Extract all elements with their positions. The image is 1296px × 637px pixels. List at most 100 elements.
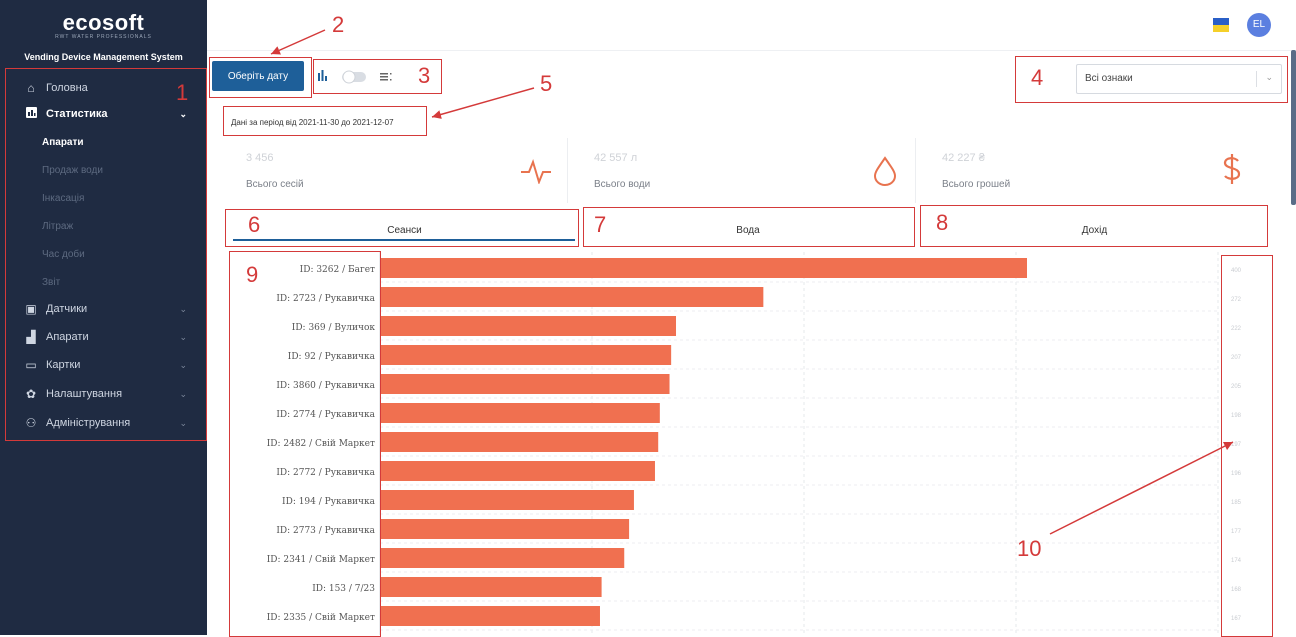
- chevron-down-icon: ⌄: [179, 303, 187, 314]
- category-label: ID: 3262 / Багет: [300, 265, 375, 275]
- bar[interactable]: [380, 606, 600, 626]
- sidebar-item-label: Апарати: [46, 331, 89, 343]
- bar[interactable]: [380, 316, 677, 336]
- bar[interactable]: [380, 519, 630, 539]
- bar[interactable]: [380, 490, 634, 510]
- value-label: 167: [1231, 616, 1242, 622]
- sidebar-item-sensors[interactable]: ▣ Датчики ⌄: [0, 295, 207, 323]
- sidebar-item-settings[interactable]: ✿ Налаштування ⌄: [0, 380, 207, 408]
- sidebar-item-label: Картки: [46, 359, 81, 371]
- category-label: ID: 2772 / Рукавичка: [276, 468, 375, 478]
- system-name: Vending Device Management System: [24, 52, 183, 62]
- category-label: ID: 2774 / Рукавичка: [276, 410, 375, 420]
- avatar[interactable]: EL: [1247, 13, 1271, 37]
- bar[interactable]: [380, 432, 659, 452]
- sidebar-item-label: Адміністрування: [46, 417, 131, 429]
- bar[interactable]: [380, 345, 672, 365]
- sidebar-subitem-water-sales[interactable]: Продаж води: [42, 165, 103, 176]
- bar[interactable]: [380, 461, 655, 481]
- chevron-down-icon: ⌄: [179, 108, 187, 119]
- scrollbar[interactable]: [1291, 50, 1296, 205]
- category-label: ID: 369 / Вуличок: [292, 323, 376, 333]
- annotation-number-2: 2: [332, 12, 345, 37]
- tab-label: Вода: [736, 225, 760, 236]
- category-label: ID: 2335 / Свій Маркет: [267, 613, 375, 623]
- sidebar-item-label: Статистика: [46, 108, 108, 120]
- drop-icon: [873, 156, 897, 186]
- value-label: 185: [1231, 500, 1242, 506]
- annotation-number-9: 9: [246, 262, 259, 287]
- annotation-arrow-10: [1049, 441, 1234, 535]
- annotation-arrow-5: [431, 87, 535, 119]
- chevron-down-icon: ⌄: [179, 417, 187, 428]
- machine-icon: ▟: [26, 330, 36, 344]
- annotation-number-4: 4: [1031, 65, 1044, 90]
- pulse-icon: [521, 158, 551, 184]
- bar[interactable]: [380, 287, 764, 307]
- sidebar-item-label: Головна: [46, 82, 88, 94]
- category-label: ID: 2341 / Свій Маркет: [267, 555, 375, 565]
- value-label: 174: [1231, 558, 1242, 564]
- sidebar-subitem-collection[interactable]: Інкасація: [42, 193, 84, 204]
- value-label: 222: [1231, 326, 1242, 332]
- sidebar-item-administration[interactable]: ⚇ Адміністрування ⌄: [0, 409, 207, 437]
- view-toggle[interactable]: [318, 64, 433, 90]
- category-label: ID: 2773 / Рукавичка: [276, 526, 375, 536]
- chevron-down-icon: ⌄: [179, 359, 187, 370]
- bar[interactable]: [380, 258, 1027, 278]
- annotation-number-1: 1: [176, 80, 189, 105]
- gear-icon: ✿: [25, 387, 37, 401]
- annotation-number-6: 6: [248, 212, 261, 237]
- value-label: 168: [1231, 587, 1242, 593]
- stat-label: Всього води: [594, 179, 651, 190]
- annotation-number-7: 7: [594, 212, 607, 237]
- value-label: 197: [1231, 442, 1242, 448]
- sidebar-item-machines[interactable]: ▟ Апарати ⌄: [0, 323, 207, 351]
- sidebar-subitem-time-of-day[interactable]: Час доби: [42, 249, 85, 260]
- view-toggle-graphic: [318, 70, 392, 84]
- sidebar-subitem-liters[interactable]: Літраж: [42, 221, 73, 232]
- annotation-box-10: [1221, 255, 1273, 637]
- filter-select-value: Всі ознаки: [1085, 73, 1133, 84]
- annotation-box-9: [229, 251, 381, 637]
- sidebar-subitem-machines[interactable]: Апарати: [42, 137, 84, 148]
- bar[interactable]: [380, 374, 670, 394]
- annotation-number-10: 10: [1017, 536, 1042, 561]
- sidebar-item-cards[interactable]: ▭ Картки ⌄: [0, 351, 207, 379]
- chart-icon: [24, 107, 38, 121]
- stat-label: Всього сесій: [246, 179, 304, 190]
- tab-label: Дохід: [1081, 225, 1108, 236]
- sensor-icon: ▣: [25, 302, 37, 316]
- bar[interactable]: [380, 403, 660, 423]
- sidebar-subitem-report[interactable]: Звіт: [42, 277, 60, 288]
- stat-label: Всього грошей: [942, 179, 1011, 190]
- pick-date-button[interactable]: Оберіть дату: [212, 61, 304, 91]
- category-label: ID: 2723 / Рукавичка: [276, 294, 375, 304]
- filter-select[interactable]: Всі ознаки ⌄: [1076, 64, 1282, 94]
- language-flag[interactable]: [1213, 18, 1229, 32]
- users-icon: ⚇: [25, 416, 37, 430]
- stat-value: 42 557 л: [594, 152, 638, 164]
- value-label: 272: [1231, 297, 1242, 303]
- category-label: ID: 194 / Рукавичка: [282, 497, 376, 507]
- value-label: 177: [1231, 529, 1242, 535]
- tab-income[interactable]: Дохід: [922, 212, 1267, 244]
- value-label: 400: [1231, 268, 1242, 274]
- annotation-number-5: 5: [540, 71, 553, 96]
- top-bar: [207, 0, 1296, 51]
- bar[interactable]: [380, 577, 602, 597]
- annotation-number-8: 8: [936, 210, 949, 235]
- tab-water[interactable]: Вода: [584, 212, 912, 244]
- annotation-number-3: 3: [418, 63, 431, 88]
- stat-card-money: 42 227 ₴ Всього грошей: [928, 138, 1268, 203]
- home-icon: ⌂: [27, 81, 35, 95]
- category-label: ID: 153 / 7/23: [312, 584, 375, 594]
- logo-tagline: RWT WATER PROFESSIONALS: [55, 34, 152, 40]
- chevron-down-icon: ⌄: [1265, 72, 1273, 82]
- value-label: 198: [1231, 413, 1242, 419]
- chevron-down-icon: ⌄: [179, 388, 187, 399]
- tab-active-indicator: [233, 239, 575, 241]
- value-label: 207: [1231, 355, 1242, 361]
- bar[interactable]: [380, 548, 625, 568]
- category-label: ID: 3860 / Рукавичка: [276, 381, 375, 391]
